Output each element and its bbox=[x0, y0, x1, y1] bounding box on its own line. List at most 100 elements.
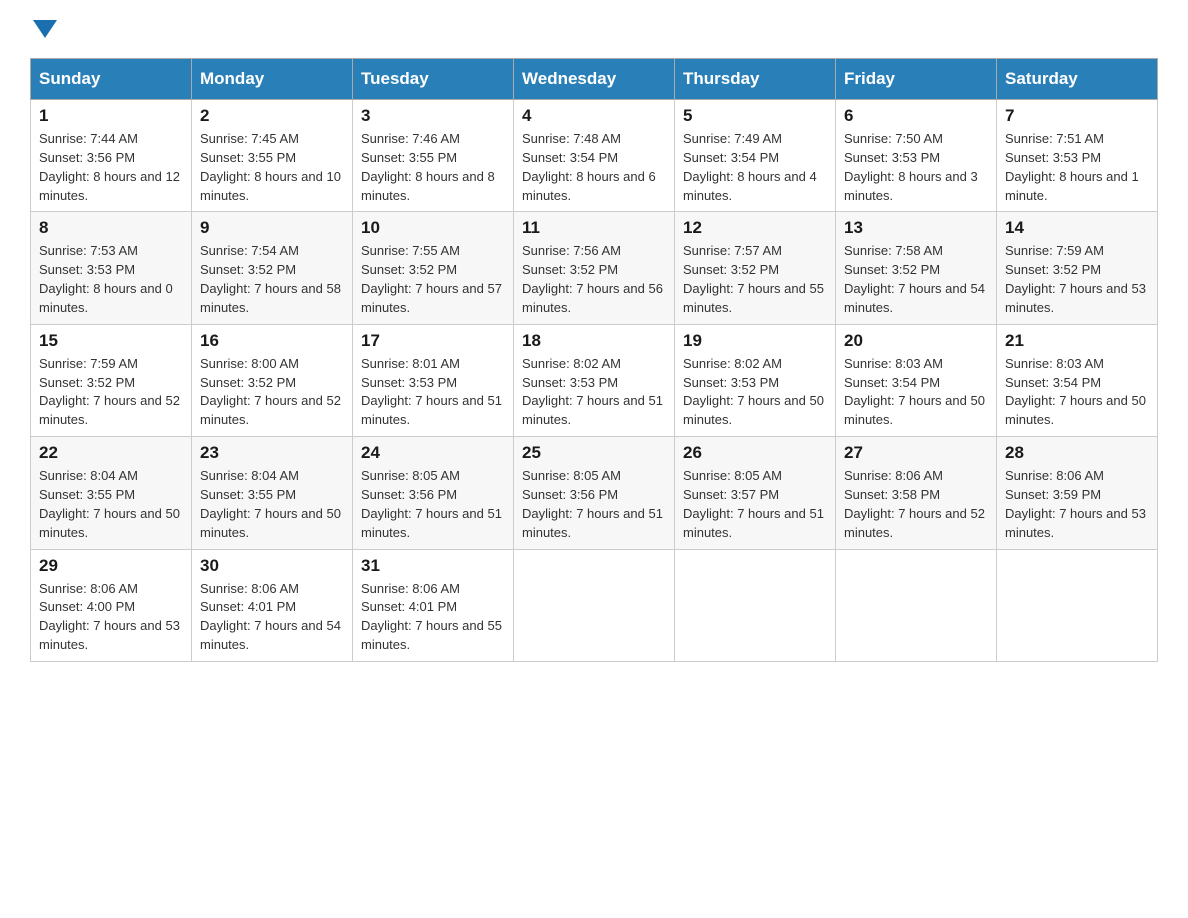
header-sunday: Sunday bbox=[31, 59, 192, 100]
day-info: Sunrise: 8:06 AMSunset: 3:59 PMDaylight:… bbox=[1005, 467, 1149, 542]
day-number: 26 bbox=[683, 443, 827, 463]
header-monday: Monday bbox=[192, 59, 353, 100]
day-info: Sunrise: 8:00 AMSunset: 3:52 PMDaylight:… bbox=[200, 355, 344, 430]
header-row: SundayMondayTuesdayWednesdayThursdayFrid… bbox=[31, 59, 1158, 100]
day-info: Sunrise: 7:44 AMSunset: 3:56 PMDaylight:… bbox=[39, 130, 183, 205]
calendar-cell: 6 Sunrise: 7:50 AMSunset: 3:53 PMDaylight… bbox=[836, 100, 997, 212]
day-number: 31 bbox=[361, 556, 505, 576]
day-info: Sunrise: 7:53 AMSunset: 3:53 PMDaylight:… bbox=[39, 242, 183, 317]
day-number: 18 bbox=[522, 331, 666, 351]
day-info: Sunrise: 7:55 AMSunset: 3:52 PMDaylight:… bbox=[361, 242, 505, 317]
day-number: 14 bbox=[1005, 218, 1149, 238]
week-row-2: 8 Sunrise: 7:53 AMSunset: 3:53 PMDaylight… bbox=[31, 212, 1158, 324]
calendar-cell: 13 Sunrise: 7:58 AMSunset: 3:52 PMDayligh… bbox=[836, 212, 997, 324]
calendar-cell bbox=[997, 549, 1158, 661]
day-number: 3 bbox=[361, 106, 505, 126]
day-number: 6 bbox=[844, 106, 988, 126]
logo-triangle-icon bbox=[33, 20, 57, 38]
day-info: Sunrise: 8:06 AMSunset: 4:00 PMDaylight:… bbox=[39, 580, 183, 655]
calendar-cell: 29 Sunrise: 8:06 AMSunset: 4:00 PMDayligh… bbox=[31, 549, 192, 661]
week-row-5: 29 Sunrise: 8:06 AMSunset: 4:00 PMDayligh… bbox=[31, 549, 1158, 661]
day-number: 25 bbox=[522, 443, 666, 463]
day-info: Sunrise: 7:45 AMSunset: 3:55 PMDaylight:… bbox=[200, 130, 344, 205]
calendar-cell: 1 Sunrise: 7:44 AMSunset: 3:56 PMDaylight… bbox=[31, 100, 192, 212]
day-number: 28 bbox=[1005, 443, 1149, 463]
calendar-cell bbox=[514, 549, 675, 661]
day-info: Sunrise: 8:05 AMSunset: 3:56 PMDaylight:… bbox=[522, 467, 666, 542]
calendar-cell bbox=[675, 549, 836, 661]
calendar-cell: 27 Sunrise: 8:06 AMSunset: 3:58 PMDayligh… bbox=[836, 437, 997, 549]
day-info: Sunrise: 7:49 AMSunset: 3:54 PMDaylight:… bbox=[683, 130, 827, 205]
calendar-cell: 22 Sunrise: 8:04 AMSunset: 3:55 PMDayligh… bbox=[31, 437, 192, 549]
day-info: Sunrise: 8:02 AMSunset: 3:53 PMDaylight:… bbox=[683, 355, 827, 430]
day-number: 8 bbox=[39, 218, 183, 238]
day-info: Sunrise: 7:48 AMSunset: 3:54 PMDaylight:… bbox=[522, 130, 666, 205]
calendar-cell bbox=[836, 549, 997, 661]
calendar-cell: 14 Sunrise: 7:59 AMSunset: 3:52 PMDayligh… bbox=[997, 212, 1158, 324]
day-number: 5 bbox=[683, 106, 827, 126]
day-number: 11 bbox=[522, 218, 666, 238]
day-info: Sunrise: 8:03 AMSunset: 3:54 PMDaylight:… bbox=[1005, 355, 1149, 430]
day-info: Sunrise: 8:06 AMSunset: 4:01 PMDaylight:… bbox=[361, 580, 505, 655]
day-info: Sunrise: 8:06 AMSunset: 3:58 PMDaylight:… bbox=[844, 467, 988, 542]
day-number: 2 bbox=[200, 106, 344, 126]
calendar-cell: 31 Sunrise: 8:06 AMSunset: 4:01 PMDayligh… bbox=[353, 549, 514, 661]
calendar-cell: 26 Sunrise: 8:05 AMSunset: 3:57 PMDayligh… bbox=[675, 437, 836, 549]
day-number: 15 bbox=[39, 331, 183, 351]
calendar-cell: 15 Sunrise: 7:59 AMSunset: 3:52 PMDayligh… bbox=[31, 324, 192, 436]
day-info: Sunrise: 7:57 AMSunset: 3:52 PMDaylight:… bbox=[683, 242, 827, 317]
header-thursday: Thursday bbox=[675, 59, 836, 100]
week-row-4: 22 Sunrise: 8:04 AMSunset: 3:55 PMDayligh… bbox=[31, 437, 1158, 549]
calendar-cell: 5 Sunrise: 7:49 AMSunset: 3:54 PMDaylight… bbox=[675, 100, 836, 212]
calendar-cell: 25 Sunrise: 8:05 AMSunset: 3:56 PMDayligh… bbox=[514, 437, 675, 549]
day-info: Sunrise: 8:05 AMSunset: 3:56 PMDaylight:… bbox=[361, 467, 505, 542]
logo-blue-text bbox=[30, 20, 57, 40]
calendar-cell: 3 Sunrise: 7:46 AMSunset: 3:55 PMDaylight… bbox=[353, 100, 514, 212]
day-number: 19 bbox=[683, 331, 827, 351]
calendar-cell: 11Sunrise: 7:56 AMSunset: 3:52 PMDayligh… bbox=[514, 212, 675, 324]
day-number: 22 bbox=[39, 443, 183, 463]
calendar-cell: 10Sunrise: 7:55 AMSunset: 3:52 PMDayligh… bbox=[353, 212, 514, 324]
calendar-cell: 24Sunrise: 8:05 AMSunset: 3:56 PMDayligh… bbox=[353, 437, 514, 549]
calendar-cell: 8 Sunrise: 7:53 AMSunset: 3:53 PMDaylight… bbox=[31, 212, 192, 324]
logo bbox=[30, 20, 57, 40]
header-saturday: Saturday bbox=[997, 59, 1158, 100]
calendar-cell: 9 Sunrise: 7:54 AMSunset: 3:52 PMDaylight… bbox=[192, 212, 353, 324]
header-tuesday: Tuesday bbox=[353, 59, 514, 100]
day-number: 9 bbox=[200, 218, 344, 238]
day-number: 7 bbox=[1005, 106, 1149, 126]
day-info: Sunrise: 7:58 AMSunset: 3:52 PMDaylight:… bbox=[844, 242, 988, 317]
day-number: 27 bbox=[844, 443, 988, 463]
day-info: Sunrise: 8:06 AMSunset: 4:01 PMDaylight:… bbox=[200, 580, 344, 655]
calendar-cell: 16Sunrise: 8:00 AMSunset: 3:52 PMDayligh… bbox=[192, 324, 353, 436]
calendar-cell: 7Sunrise: 7:51 AMSunset: 3:53 PMDaylight… bbox=[997, 100, 1158, 212]
day-info: Sunrise: 7:50 AMSunset: 3:53 PMDaylight:… bbox=[844, 130, 988, 205]
day-info: Sunrise: 8:05 AMSunset: 3:57 PMDaylight:… bbox=[683, 467, 827, 542]
calendar-cell: 18Sunrise: 8:02 AMSunset: 3:53 PMDayligh… bbox=[514, 324, 675, 436]
day-info: Sunrise: 7:46 AMSunset: 3:55 PMDaylight:… bbox=[361, 130, 505, 205]
calendar-cell: 17Sunrise: 8:01 AMSunset: 3:53 PMDayligh… bbox=[353, 324, 514, 436]
day-number: 30 bbox=[200, 556, 344, 576]
day-info: Sunrise: 7:59 AMSunset: 3:52 PMDaylight:… bbox=[39, 355, 183, 430]
day-info: Sunrise: 8:04 AMSunset: 3:55 PMDaylight:… bbox=[39, 467, 183, 542]
day-info: Sunrise: 7:59 AMSunset: 3:52 PMDaylight:… bbox=[1005, 242, 1149, 317]
header-friday: Friday bbox=[836, 59, 997, 100]
day-number: 1 bbox=[39, 106, 183, 126]
day-info: Sunrise: 8:01 AMSunset: 3:53 PMDaylight:… bbox=[361, 355, 505, 430]
day-info: Sunrise: 7:54 AMSunset: 3:52 PMDaylight:… bbox=[200, 242, 344, 317]
calendar-cell: 21 Sunrise: 8:03 AMSunset: 3:54 PMDayligh… bbox=[997, 324, 1158, 436]
day-number: 20 bbox=[844, 331, 988, 351]
calendar-header: SundayMondayTuesdayWednesdayThursdayFrid… bbox=[31, 59, 1158, 100]
calendar-body: 1 Sunrise: 7:44 AMSunset: 3:56 PMDaylight… bbox=[31, 100, 1158, 662]
day-number: 13 bbox=[844, 218, 988, 238]
day-number: 23 bbox=[200, 443, 344, 463]
day-number: 21 bbox=[1005, 331, 1149, 351]
day-info: Sunrise: 8:03 AMSunset: 3:54 PMDaylight:… bbox=[844, 355, 988, 430]
calendar-cell: 28 Sunrise: 8:06 AMSunset: 3:59 PMDayligh… bbox=[997, 437, 1158, 549]
day-number: 4 bbox=[522, 106, 666, 126]
page-header bbox=[30, 20, 1158, 40]
calendar-cell: 19 Sunrise: 8:02 AMSunset: 3:53 PMDayligh… bbox=[675, 324, 836, 436]
calendar-table: SundayMondayTuesdayWednesdayThursdayFrid… bbox=[30, 58, 1158, 662]
week-row-3: 15 Sunrise: 7:59 AMSunset: 3:52 PMDayligh… bbox=[31, 324, 1158, 436]
day-number: 29 bbox=[39, 556, 183, 576]
